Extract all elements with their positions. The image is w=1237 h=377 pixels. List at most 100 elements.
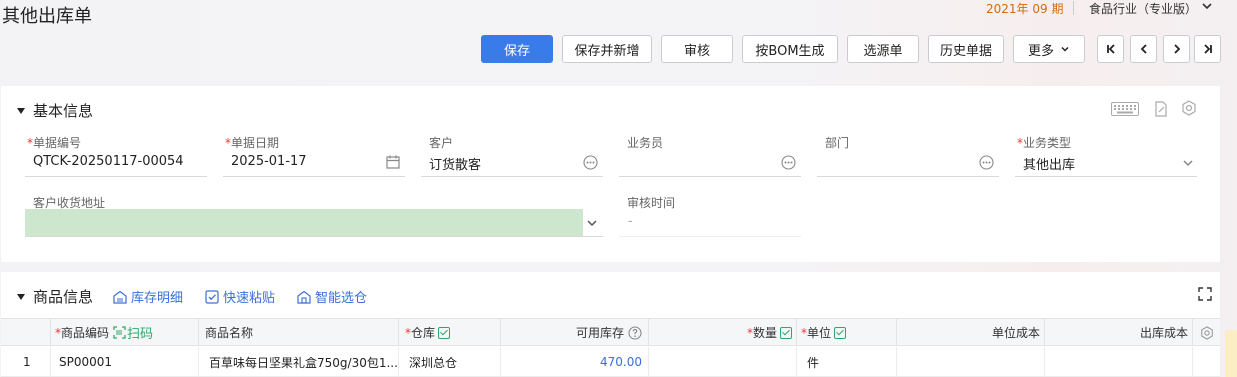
row-name[interactable]: 百草味每日坚果礼盒750g/30包1... <box>199 347 399 377</box>
next-record-button[interactable] <box>1163 35 1190 63</box>
batch-edit-checkbox-icon[interactable] <box>438 326 451 339</box>
audit-time-value: - <box>628 214 633 229</box>
column-settings[interactable] <box>1193 319 1220 346</box>
qty-header: * 数量 <box>649 319 797 346</box>
available-header: 可用库存 <box>501 319 649 346</box>
name-header: 商品名称 <box>199 319 399 346</box>
row-warehouse[interactable]: 深圳总仓 <box>399 347 501 377</box>
doc-date-field[interactable]: 2025-01-17 <box>231 154 307 169</box>
index-header <box>1 319 51 346</box>
row-unit[interactable]: 件 <box>797 347 897 377</box>
row-unit-cost[interactable] <box>897 347 1045 377</box>
biz-type-select[interactable]: 其他出库 <box>1023 154 1075 173</box>
table-row[interactable]: 1 SP00001 百草味每日坚果礼盒750g/30包1... 深圳总仓 470… <box>1 347 1220 377</box>
code-header: * 商品编码 扫码 <box>51 319 199 346</box>
industry-selector[interactable]: 食品行业（专业版） <box>1089 0 1197 17</box>
salesman-label: 业务员 <box>627 136 664 150</box>
first-record-button[interactable] <box>1097 35 1124 63</box>
row-code[interactable]: SP00001 <box>51 347 199 377</box>
more-label: 更多 <box>1027 43 1054 59</box>
field-underline <box>619 236 801 237</box>
row-qty[interactable] <box>649 347 797 377</box>
customer-field[interactable]: 订货散客 <box>429 154 481 173</box>
save-and-new-button[interactable]: 保存并新增 <box>562 35 652 63</box>
dept-label: 部门 <box>825 136 850 150</box>
field-underline <box>25 236 603 237</box>
calendar-icon[interactable] <box>386 155 400 173</box>
collapse-triangle-icon <box>17 293 25 300</box>
checkbox-icon <box>205 289 219 304</box>
unit-cost-header: 单位成本 <box>897 319 1045 346</box>
stock-detail-link[interactable]: 库存明细 <box>113 287 183 306</box>
help-icon[interactable] <box>628 325 642 340</box>
goods-table-header: * 商品编码 扫码 商品名称 * 仓库 可用库存 * 数量 * 单位 单位成本 出库成本 <box>1 318 1220 346</box>
select-source-button[interactable]: 选源单 <box>847 35 919 63</box>
smart-pick-label: 智能选仓 <box>315 291 368 306</box>
history-button[interactable]: 历史单据 <box>928 35 1004 63</box>
customer-label: 客户 <box>429 136 454 150</box>
field-underline <box>1015 176 1197 177</box>
save-button[interactable]: 保存 <box>481 35 553 63</box>
field-underline <box>25 176 207 177</box>
doc-no-field[interactable]: QTCK-20250117-00054 <box>33 154 184 169</box>
divider <box>1073 1 1074 15</box>
chevron-down-icon[interactable] <box>1200 0 1214 17</box>
doc-date-label: *单据日期 <box>225 136 280 150</box>
more-options-icon[interactable] <box>979 155 994 174</box>
last-icon <box>1203 44 1212 54</box>
chevron-down-icon[interactable] <box>1181 156 1195 174</box>
audit-time-label: 审核时间 <box>627 196 676 210</box>
section-title: 商品信息 <box>33 288 94 306</box>
settings-icon[interactable] <box>1181 100 1197 120</box>
field-underline <box>421 176 603 177</box>
goods-panel: 商品信息 库存明细 快速粘贴 智能选仓 * 商品编码 扫码 商品名称 * 仓库 可用… <box>1 272 1220 377</box>
more-button[interactable]: 更多 <box>1013 35 1085 63</box>
row-index: 1 <box>1 347 51 377</box>
page-title: 其他出库单 <box>2 6 92 27</box>
accounting-period[interactable]: 2021年 09 期 <box>986 0 1063 17</box>
row-available[interactable]: 470.00 <box>501 347 649 377</box>
unit-header: * 单位 <box>797 319 897 346</box>
biz-type-label: *业务类型 <box>1017 136 1072 150</box>
first-icon <box>1106 44 1115 54</box>
smart-pick-link[interactable]: 智能选仓 <box>297 287 367 306</box>
more-options-icon[interactable] <box>583 155 598 174</box>
batch-edit-checkbox-icon[interactable] <box>780 326 792 339</box>
keyboard-icon[interactable] <box>1111 102 1139 120</box>
generate-by-bom-button[interactable]: 按BOM生成 <box>742 35 838 63</box>
batch-edit-checkbox-icon[interactable] <box>834 326 847 339</box>
quick-paste-label: 快速粘贴 <box>223 291 276 306</box>
basic-info-header[interactable]: 基本信息 <box>17 100 93 121</box>
out-cost-header: 出库成本 <box>1045 319 1193 346</box>
chevron-down-icon <box>1060 44 1070 54</box>
settings-icon <box>1200 325 1213 340</box>
top-bar: 其他出库单 2021年 09 期 食品行业（专业版） 保存 保存并新增 审核 按… <box>0 0 1237 72</box>
document-edit-icon[interactable] <box>1154 101 1168 121</box>
stock-detail-label: 库存明细 <box>131 291 184 306</box>
row-out-cost[interactable] <box>1045 347 1193 377</box>
field-underline <box>619 176 801 177</box>
prev-record-button[interactable] <box>1130 35 1157 63</box>
chevron-left-icon <box>1140 44 1147 54</box>
doc-no-label: *单据编号 <box>27 136 82 150</box>
section-title: 基本信息 <box>33 102 94 120</box>
field-underline <box>817 176 999 177</box>
address-field[interactable] <box>25 209 583 236</box>
chevron-down-icon[interactable] <box>585 216 599 234</box>
warehouse-icon <box>297 290 311 304</box>
warehouse-header: * 仓库 <box>399 319 501 346</box>
fullscreen-icon[interactable] <box>1198 287 1212 305</box>
quick-paste-link[interactable]: 快速粘贴 <box>205 287 275 306</box>
audit-button[interactable]: 审核 <box>661 35 733 63</box>
field-underline <box>223 176 405 177</box>
chevron-right-icon <box>1173 44 1180 54</box>
collapse-triangle-icon <box>17 107 25 114</box>
goods-header[interactable]: 商品信息 <box>17 286 93 307</box>
basic-info-panel: 基本信息 *单据编号 QTCK-20250117-00054 *单据日期 202… <box>1 86 1220 262</box>
side-scroll-indicator <box>1225 330 1237 377</box>
last-record-button[interactable] <box>1194 35 1221 63</box>
more-options-icon[interactable] <box>781 155 796 174</box>
scan-icon <box>113 326 126 339</box>
warehouse-icon <box>113 290 127 304</box>
scan-button[interactable]: 扫码 <box>113 323 153 342</box>
